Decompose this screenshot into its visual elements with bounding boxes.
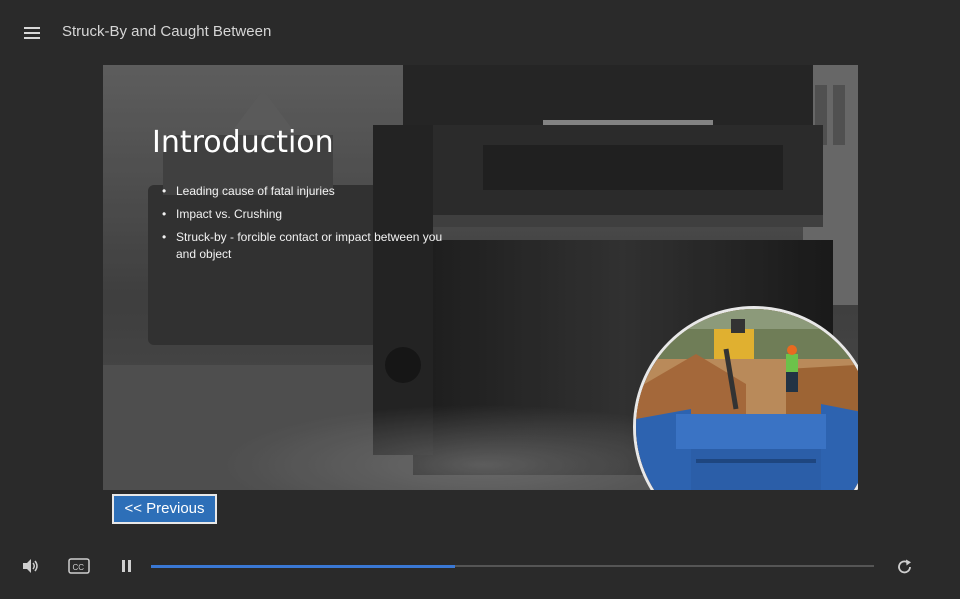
slide-heading: Introduction [152, 125, 334, 160]
bullet-dot-icon: • [162, 184, 167, 198]
previous-button[interactable]: << Previous [112, 494, 217, 524]
top-bar: Struck-By and Caught Between [0, 0, 960, 64]
svg-text:CC: CC [73, 563, 85, 572]
slide-canvas: Introduction • Leading cause of fatal inj… [103, 65, 858, 490]
closed-captions-icon[interactable]: CC [68, 557, 90, 575]
bullet-dot-icon: • [162, 207, 167, 221]
bullet-dot-icon: • [162, 230, 167, 244]
bullet-item: • Leading cause of fatal injuries [162, 184, 335, 198]
volume-icon[interactable] [21, 557, 39, 575]
pause-icon[interactable] [120, 558, 134, 574]
bullet-item: • Struck-by - forcible contact or impact … [162, 230, 443, 261]
course-title: Struck-By and Caught Between [62, 23, 272, 40]
bullet-item: • Impact vs. Crushing [162, 207, 283, 221]
replay-icon[interactable] [896, 558, 914, 576]
progress-bar[interactable] [151, 564, 874, 568]
progress-fill [151, 564, 455, 568]
bullet-list: • Leading cause of fatal injuries • Impact… [160, 183, 460, 269]
hamburger-menu-icon[interactable] [22, 24, 44, 42]
